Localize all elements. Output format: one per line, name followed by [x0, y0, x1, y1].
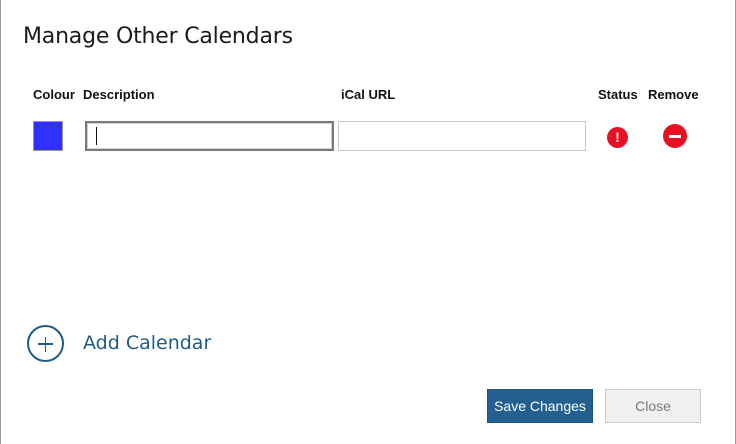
column-header-colour: Colour [33, 87, 75, 102]
save-changes-button[interactable]: Save Changes [487, 389, 593, 423]
ical-url-input[interactable] [338, 121, 586, 151]
add-calendar-label: Add Calendar [83, 332, 212, 354]
plus-circle-icon [27, 324, 64, 362]
column-header-remove: Remove [648, 87, 699, 102]
remove-minus-icon [669, 134, 681, 138]
manage-calendars-dialog: Manage Other Calendars Colour Descriptio… [0, 0, 736, 444]
text-caret [96, 127, 97, 145]
error-exclamation-icon: ! [607, 127, 628, 148]
column-header-ical-url: iCal URL [341, 87, 396, 102]
close-button[interactable]: Close [605, 389, 701, 423]
column-header-description: Description [83, 87, 155, 102]
description-input[interactable] [85, 121, 334, 151]
status-glyph: ! [615, 129, 620, 145]
column-header-status: Status [598, 87, 638, 102]
colour-swatch[interactable] [33, 121, 63, 151]
add-calendar-button[interactable]: Add Calendar [27, 323, 211, 363]
remove-calendar-button[interactable] [663, 124, 687, 148]
dialog-title: Manage Other Calendars [23, 24, 293, 49]
